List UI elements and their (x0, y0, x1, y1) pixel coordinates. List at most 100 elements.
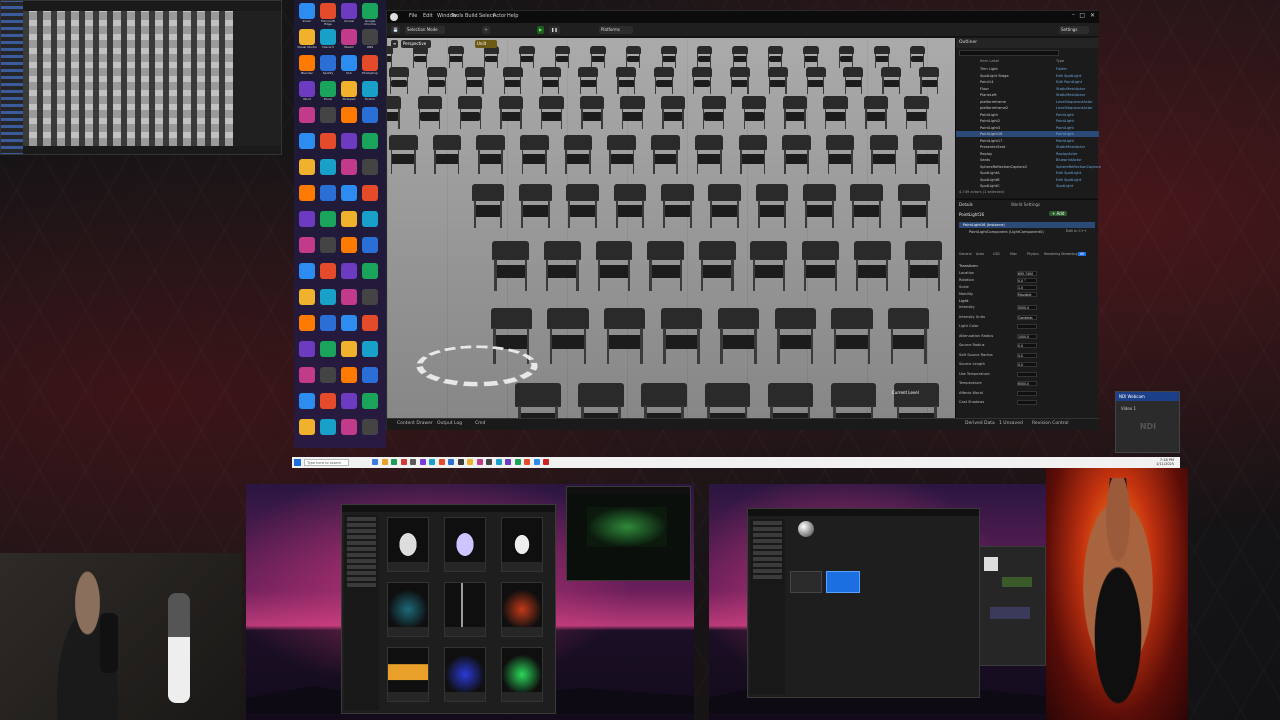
outliner-row[interactable]: PointLight3 PointLight (956, 125, 1099, 131)
asset-thumbnail[interactable] (501, 517, 543, 572)
details-filter-actor[interactable]: Actor (976, 252, 984, 256)
taskbar-app-icon[interactable] (467, 459, 473, 465)
menu-help[interactable]: Help (507, 13, 518, 19)
chair-mesh[interactable] (661, 183, 694, 229)
taskbar-app-icon[interactable] (391, 459, 397, 465)
taskbar-app-icon[interactable] (476, 459, 483, 465)
chair-mesh[interactable] (543, 241, 581, 292)
perspective-button[interactable]: Perspective (401, 40, 431, 48)
desktop-shortcut-icon[interactable] (320, 289, 336, 305)
desktop-shortcut-icon[interactable] (299, 3, 315, 19)
chair-mesh[interactable] (742, 96, 767, 130)
desktop-shortcut-icon[interactable] (341, 159, 357, 175)
desktop-shortcut-icon[interactable] (320, 55, 336, 71)
chair-mesh[interactable] (595, 241, 633, 292)
chair-mesh[interactable] (823, 96, 848, 130)
component-row-pointlight[interactable]: PointLightComponent (LightComponent0) (959, 229, 1059, 235)
outliner-row[interactable]: platformframe LevelSequenceActor (956, 99, 1099, 105)
desktop-shortcut-icon[interactable] (362, 107, 378, 123)
desktop-shortcut-icon[interactable] (362, 3, 378, 19)
outliner-row[interactable]: Seats BlueprintActor (956, 157, 1099, 163)
menu-edit[interactable]: Edit (423, 13, 433, 19)
chair-mesh[interactable] (502, 66, 523, 94)
chair-mesh[interactable] (554, 46, 571, 68)
chair-mesh[interactable] (825, 135, 855, 175)
menu-build[interactable]: Build (465, 13, 478, 19)
desktop-shortcut-icon[interactable] (341, 237, 357, 253)
desktop-shortcut-icon[interactable] (320, 419, 336, 435)
chair-mesh[interactable] (843, 66, 864, 94)
chair-mesh[interactable] (802, 241, 840, 292)
desktop-shortcut-icon[interactable] (320, 29, 336, 45)
property-value-field[interactable] (1017, 371, 1037, 377)
desktop-shortcut-icon[interactable] (299, 185, 315, 201)
property-value-field[interactable]: 0.0 (1017, 362, 1037, 367)
chair-mesh[interactable] (387, 96, 402, 130)
details-filter-physics[interactable]: Physics (1027, 252, 1039, 256)
desktop-shortcut-icon[interactable] (341, 81, 357, 97)
desktop-shortcut-icon[interactable] (299, 55, 315, 71)
edit-cpp-link[interactable]: Edit in C++ (1066, 229, 1087, 233)
chair-mesh[interactable] (563, 135, 593, 175)
desktop-shortcut-icon[interactable] (341, 263, 357, 279)
details-filter-all[interactable]: All (1078, 252, 1086, 256)
chair-mesh[interactable] (782, 135, 811, 175)
chair-mesh[interactable] (704, 383, 750, 418)
desktop-shortcut-icon[interactable] (320, 237, 336, 253)
desktop-shortcut-icon[interactable] (362, 341, 378, 357)
outliner-row[interactable]: PointLight16 PointLight (956, 131, 1099, 137)
details-filter-general[interactable]: General (959, 252, 972, 256)
desktop-shortcut-icon[interactable] (362, 133, 378, 149)
details-filter-misc[interactable]: Misc (1010, 252, 1017, 256)
details-tab[interactable]: Details (959, 202, 973, 207)
chair-mesh[interactable] (881, 66, 902, 94)
desktop-shortcut-icon[interactable] (299, 237, 315, 253)
desktop-shortcut-icon[interactable] (299, 29, 315, 45)
chair-mesh[interactable] (448, 46, 464, 68)
property-value-field[interactable]: 1000.0 (1017, 333, 1037, 339)
outliner-row[interactable]: Floor StaticMeshActor (956, 86, 1099, 92)
outliner-row[interactable]: SphereReflectionCapture2 SphereReflection… (956, 164, 1101, 170)
chair-mesh[interactable] (909, 46, 926, 68)
desktop-shortcut-icon[interactable] (299, 315, 315, 331)
desktop-shortcut-icon[interactable] (362, 29, 378, 45)
desktop-shortcut-icon[interactable] (341, 393, 357, 409)
desktop-shortcut-icon[interactable] (320, 3, 336, 19)
settings-button[interactable]: Settings (1059, 26, 1089, 34)
desktop-shortcut-icon[interactable] (341, 341, 357, 357)
chair-mesh[interactable] (874, 46, 890, 68)
desktop-shortcut-icon[interactable] (299, 289, 315, 305)
chair-mesh[interactable] (853, 241, 891, 292)
ndi-video-label[interactable]: Video 1 (1121, 406, 1136, 411)
chair-mesh[interactable] (913, 135, 942, 175)
desktop-shortcut-icon[interactable] (362, 211, 378, 227)
chair-mesh[interactable] (616, 66, 637, 94)
menu-tools[interactable]: Tools (451, 13, 463, 19)
chair-mesh[interactable] (732, 46, 748, 68)
asset-thumbnail[interactable] (387, 582, 429, 637)
desktop-shortcut-icon[interactable] (341, 315, 357, 331)
desktop-shortcut-icon[interactable] (299, 107, 315, 123)
property-value-field[interactable]: 0.0 (1017, 352, 1037, 358)
content-drawer-button[interactable]: Content Drawer (397, 421, 433, 426)
chair-mesh[interactable] (578, 66, 599, 94)
desktop-shortcut-icon[interactable] (362, 419, 378, 435)
chair-mesh[interactable] (803, 46, 819, 68)
outliner-row[interactable]: Replay ReplayActor (956, 151, 1099, 157)
asset-thumbnail[interactable] (444, 582, 486, 637)
cmd-input[interactable]: Cmd (475, 421, 485, 426)
taskbar-app-icon[interactable] (381, 459, 388, 465)
add-component-button[interactable]: + Add (1049, 211, 1068, 216)
property-value-field[interactable]: Candelas (1017, 314, 1037, 320)
desktop-shortcut-icon[interactable] (320, 81, 336, 97)
lighting-mode-button[interactable]: Unlit (475, 40, 497, 48)
desktop-shortcut-icon[interactable] (362, 315, 378, 331)
outliner-row[interactable]: SpotLight Stage Edit SpotLight (956, 73, 1099, 79)
desktop-shortcut-icon[interactable] (341, 185, 357, 201)
taskbar-app-icon[interactable] (410, 459, 416, 465)
outliner-search-input[interactable] (959, 50, 1059, 56)
chair-mesh[interactable] (515, 383, 561, 418)
chair-mesh[interactable] (696, 46, 713, 68)
desktop-shortcut-icon[interactable] (299, 393, 315, 409)
actor-name-field[interactable]: PointLight16 (959, 212, 984, 217)
